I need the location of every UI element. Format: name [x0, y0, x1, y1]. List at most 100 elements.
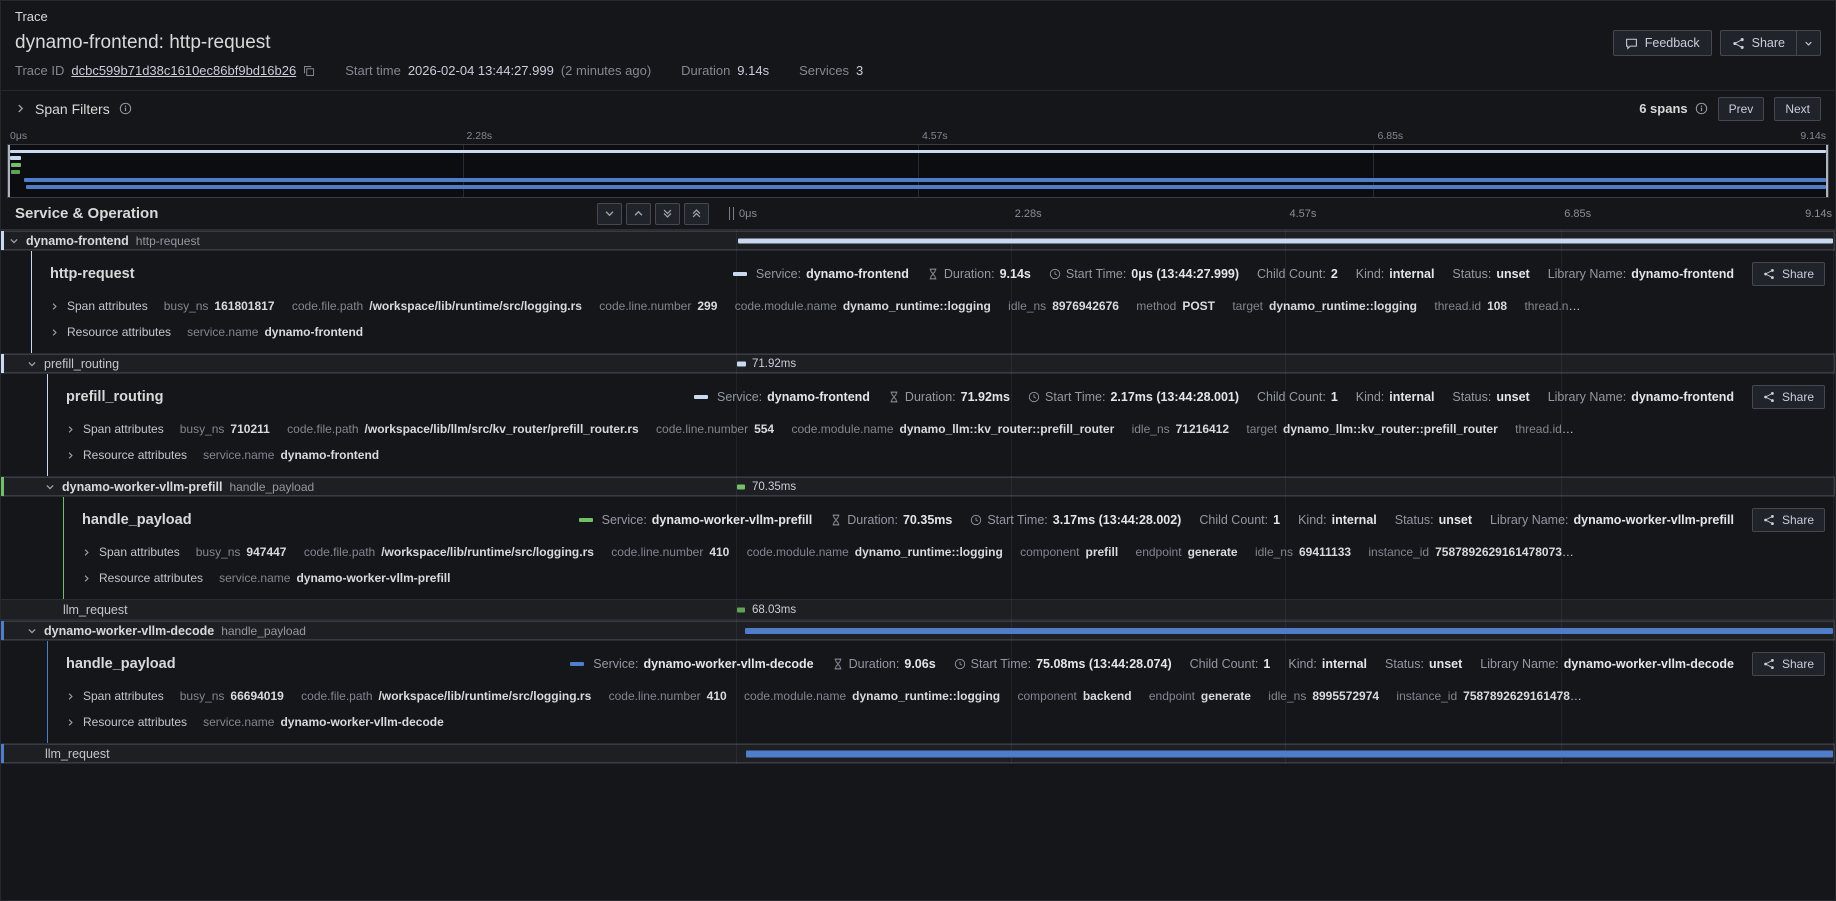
column-resizer[interactable] [727, 198, 736, 229]
minimap-left-handle[interactable] [8, 145, 10, 197]
next-span-button[interactable]: Next [1774, 97, 1821, 121]
duration-label: Duration [681, 63, 730, 78]
span-row[interactable]: prefill_routing 71.92ms [1, 353, 1835, 374]
angle-up-icon [633, 208, 644, 219]
minimap-span-bar [11, 170, 20, 174]
trace-panel: Trace dynamo-frontend: http-request Feed… [0, 0, 1836, 901]
span-bar[interactable] [746, 750, 1833, 757]
span-count: 6 spans [1639, 101, 1707, 116]
resource-attributes-toggle[interactable]: Resource attributes [82, 571, 203, 585]
angles-down-icon [662, 208, 673, 219]
resource-attributes-list: service.namedynamo-frontend [203, 448, 1585, 462]
span-row[interactable]: dynamo-worker-vllm-prefill handle_payloa… [1, 476, 1835, 497]
minimap-span-bar [10, 156, 21, 160]
hourglass-icon [832, 658, 844, 670]
clock-icon [970, 514, 982, 526]
span-attributes-toggle[interactable]: Span attributes [66, 689, 164, 703]
span-bar[interactable] [737, 484, 745, 489]
span-operation: http-request [136, 234, 200, 248]
expand-one-button[interactable] [626, 203, 651, 225]
resource-attributes-list: service.namedynamo-worker-vllm-prefill [219, 571, 1585, 585]
minimap-span-bar [11, 163, 21, 167]
span-detail: http-request Service: dynamo-frontend Du… [31, 251, 1835, 353]
span-share-button[interactable]: Share [1752, 385, 1825, 409]
span-detail-title: handle_payload [66, 656, 176, 672]
chevron-right-icon [15, 103, 26, 114]
chevron-down-icon[interactable] [45, 482, 55, 492]
span-detail: handle_payload Service: dynamo-worker-vl… [63, 497, 1835, 599]
span-row[interactable]: dynamo-frontend http-request [1, 230, 1835, 251]
service-color-dash [694, 395, 708, 399]
span-share-button[interactable]: Share [1752, 652, 1825, 676]
chevron-right-icon [66, 451, 75, 460]
span-bar[interactable] [737, 361, 746, 366]
resource-attributes-toggle[interactable]: Resource attributes [66, 715, 187, 729]
expand-all-button[interactable] [684, 203, 709, 225]
resource-attributes-toggle[interactable]: Resource attributes [66, 448, 187, 462]
info-icon[interactable] [1695, 102, 1708, 115]
minimap-canvas[interactable] [7, 144, 1829, 198]
share-icon [1763, 391, 1775, 403]
span-row[interactable]: dynamo-worker-vllm-decode handle_payload [1, 620, 1835, 641]
chevron-right-icon [66, 425, 75, 434]
span-attributes-toggle[interactable]: Span attributes [82, 545, 180, 559]
breadcrumb: Trace [1, 1, 1835, 26]
chevron-right-icon [82, 548, 91, 557]
span-row[interactable]: llm_request 68.03ms [1, 599, 1835, 620]
share-icon [1732, 37, 1745, 50]
chevron-down-icon[interactable] [9, 236, 19, 246]
service-accent [1, 744, 4, 763]
prev-span-button[interactable]: Prev [1718, 97, 1765, 121]
info-icon[interactable] [119, 102, 132, 115]
services-value: 3 [856, 63, 863, 78]
share-button[interactable]: Share [1720, 30, 1797, 56]
span-service: dynamo-worker-vllm-prefill [62, 480, 222, 494]
collapse-one-button[interactable] [597, 203, 622, 225]
hourglass-icon [830, 514, 842, 526]
chevron-down-icon[interactable] [27, 359, 37, 369]
resource-attributes-toggle[interactable]: Resource attributes [50, 325, 171, 339]
feedback-button[interactable]: Feedback [1613, 30, 1712, 56]
trace-id-link[interactable]: dcbc599b71d38c1610ec86bf9bd16b26 [71, 63, 296, 78]
chevron-down-icon[interactable] [27, 626, 37, 636]
share-icon [1763, 268, 1775, 280]
service-color-dash [579, 518, 593, 522]
copy-icon[interactable] [303, 65, 315, 77]
caret-down-icon [1804, 39, 1813, 48]
resource-attributes-list: service.namedynamo-worker-vllm-decode [203, 715, 1585, 729]
share-menu-button[interactable] [1797, 30, 1821, 56]
span-bar[interactable] [738, 238, 1834, 243]
span-detail: prefill_routing Service: dynamo-frontend… [47, 374, 1835, 476]
chevron-right-icon [50, 302, 59, 311]
span-bar[interactable] [745, 628, 1833, 634]
span-detail-title: prefill_routing [66, 389, 163, 405]
span-operation: llm_request [63, 603, 128, 617]
trace-minimap: 0μs 2.28s 4.57s 6.85s 9.14s [7, 128, 1829, 198]
span-attributes-list: busy_ns710211 code.file.path/workspace/l… [180, 422, 1585, 436]
chevron-right-icon [66, 692, 75, 701]
minimap-right-handle[interactable] [1826, 145, 1828, 197]
start-time-relative: (2 minutes ago) [561, 63, 651, 78]
chevron-right-icon [82, 574, 91, 583]
span-row[interactable]: llm_request [1, 743, 1835, 764]
span-duration-label: 71.92ms [752, 358, 796, 370]
span-filters-toggle[interactable]: Span Filters [15, 101, 132, 117]
service-accent [1, 354, 4, 373]
span-attributes-toggle[interactable]: Span attributes [66, 422, 164, 436]
span-share-button[interactable]: Share [1752, 508, 1825, 532]
span-attributes-list: busy_ns66694019 code.file.path/workspace… [180, 689, 1585, 703]
span-operation: handle_payload [221, 624, 306, 638]
span-attributes-list: busy_ns947447 code.file.path/workspace/l… [196, 545, 1585, 559]
span-share-button[interactable]: Share [1752, 262, 1825, 286]
span-operation: llm_request [45, 747, 110, 761]
duration-value: 9.14s [737, 63, 769, 78]
share-icon [1763, 514, 1775, 526]
chevron-right-icon [66, 718, 75, 727]
angles-up-icon [691, 208, 702, 219]
collapse-all-button[interactable] [655, 203, 680, 225]
start-time-value: 2026-02-04 13:44:27.999 [408, 63, 554, 78]
span-bar[interactable] [737, 607, 745, 612]
span-attributes-toggle[interactable]: Span attributes [50, 299, 148, 313]
service-color-dash [570, 662, 584, 666]
minimap-span-bar [24, 178, 1826, 182]
